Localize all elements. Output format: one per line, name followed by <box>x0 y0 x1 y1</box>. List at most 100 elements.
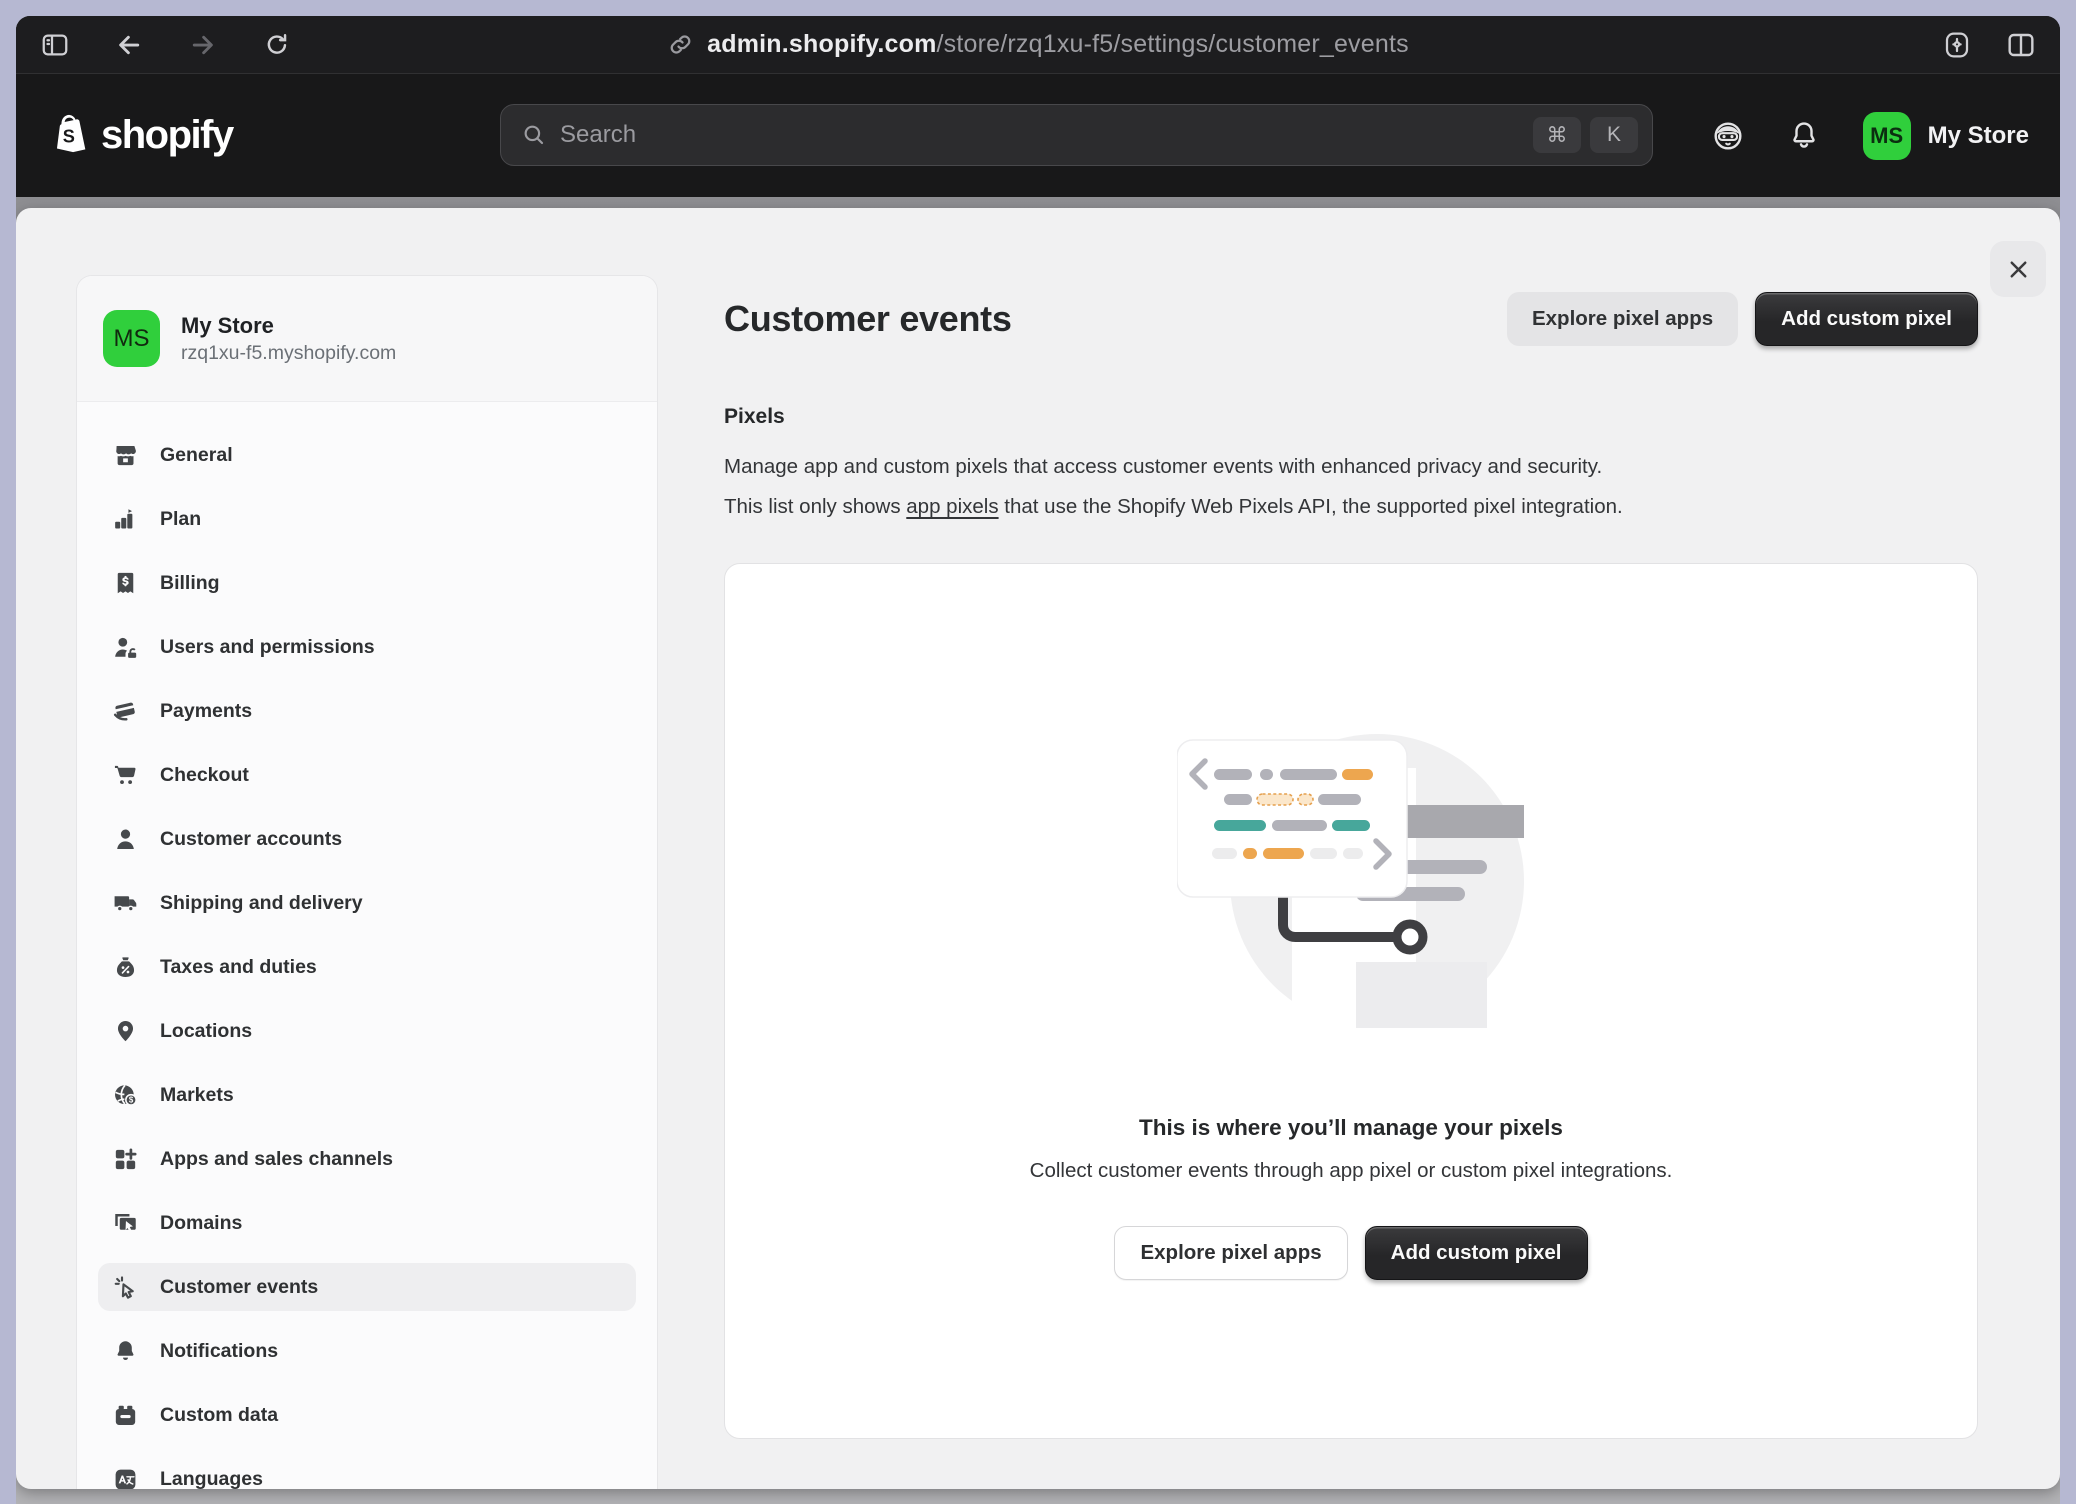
sidebar-item-label: Domains <box>160 1212 242 1235</box>
sidebar-item-notifications[interactable]: Notifications <box>98 1327 636 1375</box>
sidebar-item-customer-accounts[interactable]: Customer accounts <box>98 815 636 863</box>
apps-icon <box>112 1146 139 1173</box>
main-content: Customer events Explore pixel apps Add c… <box>724 208 1978 1439</box>
svg-text:S: S <box>63 126 75 146</box>
sidebar-item-label: Payments <box>160 700 252 723</box>
sidebar-item-label: Custom data <box>160 1404 278 1427</box>
sidebar-toggle-icon[interactable] <box>38 28 72 62</box>
sidebar-item-label: Apps and sales channels <box>160 1148 393 1171</box>
sidebar-item-taxes-and-duties[interactable]: Taxes and duties <box>98 943 636 991</box>
pixels-empty-state-card: This is where you’ll manage your pixels … <box>724 563 1978 1439</box>
page-title: Customer events <box>724 298 1012 340</box>
sidebar-item-domains[interactable]: Domains <box>98 1199 636 1247</box>
back-icon[interactable] <box>112 28 146 62</box>
empty-state-heading: This is where you’ll manage your pixels <box>1139 1115 1563 1141</box>
browser-window: admin.shopify.com/store/rzq1xu-f5/settin… <box>16 16 2060 1504</box>
link-icon <box>667 31 694 58</box>
settings-nav: General Plan Billing Users and permissions P… <box>77 402 657 1489</box>
sidebar-item-label: Checkout <box>160 764 249 787</box>
svg-text:$: $ <box>129 1095 134 1104</box>
sidebar-store-domain: rzq1xu-f5.myshopify.com <box>181 340 396 366</box>
sidebar-item-custom-data[interactable]: Custom data <box>98 1391 636 1439</box>
shopify-wordmark: shopify <box>101 113 233 158</box>
pixels-section-description: Manage app and custom pixels that access… <box>724 447 1978 527</box>
header-store-name: My Store <box>1928 122 2029 150</box>
split-view-icon[interactable] <box>2004 28 2038 62</box>
forward-icon <box>186 28 220 62</box>
kbd-k: K <box>1590 117 1638 153</box>
events-icon <box>112 1274 139 1301</box>
locations-icon <box>112 1018 139 1045</box>
explore-pixel-apps-button[interactable]: Explore pixel apps <box>1507 292 1738 346</box>
sidebar-item-label: Customer events <box>160 1276 318 1299</box>
sidebar-item-billing[interactable]: Billing <box>98 559 636 607</box>
settings-sidebar: MS My Store rzq1xu-f5.myshopify.com Gene… <box>76 275 658 1489</box>
sidebar-item-users-and-permissions[interactable]: Users and permissions <box>98 623 636 671</box>
checkout-icon <box>112 762 139 789</box>
sidebar-store-header[interactable]: MS My Store rzq1xu-f5.myshopify.com <box>77 276 657 402</box>
sidebar-item-payments[interactable]: Payments <box>98 687 636 735</box>
sidebar-item-shipping-and-delivery[interactable]: Shipping and delivery <box>98 879 636 927</box>
sidebar-item-checkout[interactable]: Checkout <box>98 751 636 799</box>
sidebar-item-languages[interactable]: Languages <box>98 1455 636 1489</box>
address-bar[interactable]: admin.shopify.com/store/rzq1xu-f5/settin… <box>16 16 2060 73</box>
sidekick-icon[interactable] <box>1711 119 1745 153</box>
search-icon <box>521 122 547 148</box>
taxes-icon <box>112 954 139 981</box>
app-pixels-link[interactable]: app pixels <box>906 495 998 518</box>
sidebar-item-label: Shipping and delivery <box>160 892 363 915</box>
sidebar-item-label: Users and permissions <box>160 636 375 659</box>
users-icon <box>112 634 139 661</box>
shipping-icon <box>112 890 139 917</box>
pixels-illustration <box>1177 734 1525 1028</box>
store-avatar: MS <box>103 310 160 367</box>
close-icon <box>2005 256 2032 283</box>
sidebar-item-label: Plan <box>160 508 201 531</box>
account-menu[interactable]: MS My Store <box>1863 112 2029 160</box>
search-input[interactable]: Search ⌘ K <box>500 104 1653 166</box>
search-placeholder: Search <box>560 121 1533 149</box>
settings-modal: MS My Store rzq1xu-f5.myshopify.com Gene… <box>16 208 2060 1489</box>
sidebar-item-locations[interactable]: Locations <box>98 1007 636 1055</box>
sidebar-item-label: Billing <box>160 572 220 595</box>
sidebar-item-label: Languages <box>160 1468 263 1490</box>
reload-icon[interactable] <box>260 28 294 62</box>
reader-options-icon[interactable] <box>1940 28 1974 62</box>
pixels-section-title: Pixels <box>724 404 1978 430</box>
avatar: MS <box>1863 112 1911 160</box>
shopify-bag-icon: S <box>47 111 93 161</box>
url-text: admin.shopify.com/store/rzq1xu-f5/settin… <box>707 30 1409 59</box>
sidebar-item-general[interactable]: General <box>98 431 636 479</box>
sidebar-item-label: Customer accounts <box>160 828 342 851</box>
account-icon <box>112 826 139 853</box>
bell-icon <box>112 1338 139 1365</box>
sidebar-item-apps-and-sales-channels[interactable]: Apps and sales channels <box>98 1135 636 1183</box>
sidebar-item-label: General <box>160 444 233 467</box>
sidebar-item-label: Notifications <box>160 1340 278 1363</box>
empty-add-custom-pixel-button[interactable]: Add custom pixel <box>1365 1226 1588 1280</box>
payments-icon <box>112 698 139 725</box>
sidebar-store-name: My Store <box>181 312 396 340</box>
sidebar-item-label: Markets <box>160 1084 234 1107</box>
sidebar-item-label: Locations <box>160 1020 252 1043</box>
store-icon <box>112 442 139 469</box>
empty-explore-pixel-apps-button[interactable]: Explore pixel apps <box>1114 1226 1347 1280</box>
domains-icon <box>112 1210 139 1237</box>
sidebar-item-customer-events[interactable]: Customer events <box>98 1263 636 1311</box>
browser-toolbar: admin.shopify.com/store/rzq1xu-f5/settin… <box>16 16 2060 74</box>
kbd-cmd: ⌘ <box>1533 117 1581 153</box>
close-button[interactable] <box>1990 241 2046 297</box>
shopify-logo[interactable]: S shopify <box>47 111 233 161</box>
sidebar-item-markets[interactable]: $ Markets <box>98 1071 636 1119</box>
empty-state-subtext: Collect customer events through app pixe… <box>1030 1159 1673 1183</box>
data-icon <box>112 1402 139 1429</box>
notifications-bell-icon[interactable] <box>1787 119 1821 153</box>
plan-icon <box>112 506 139 533</box>
translate-icon <box>112 1466 139 1490</box>
modal-backdrop: MS My Store rzq1xu-f5.myshopify.com Gene… <box>16 197 2060 1504</box>
add-custom-pixel-button[interactable]: Add custom pixel <box>1755 292 1978 346</box>
sidebar-item-label: Taxes and duties <box>160 956 317 979</box>
markets-icon: $ <box>112 1082 139 1109</box>
billing-icon <box>112 570 139 597</box>
sidebar-item-plan[interactable]: Plan <box>98 495 636 543</box>
